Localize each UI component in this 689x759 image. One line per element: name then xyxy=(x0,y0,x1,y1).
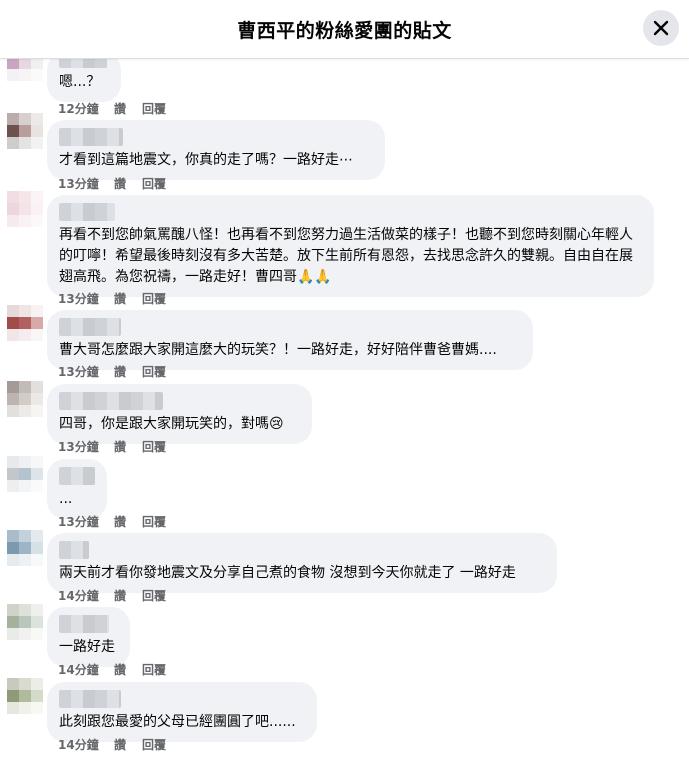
comment-author[interactable] xyxy=(59,467,95,485)
like-button[interactable]: 讚 xyxy=(114,290,142,306)
comment-bubble: 此刻跟您最愛的父母已經團圓了吧...... xyxy=(47,682,317,742)
comment-bubble: 曹大哥怎麼跟大家開這麼大的玩笑？！一路好走，好好陪伴曹爸曹媽.... xyxy=(47,310,533,370)
dialog-header: 曹西平的粉絲愛團的貼文 xyxy=(0,0,689,59)
comment-time[interactable]: 13分鐘 xyxy=(58,175,114,191)
comment-author[interactable] xyxy=(59,541,89,559)
comment-author[interactable] xyxy=(59,203,115,221)
comment-text: 此刻跟您最愛的父母已經團圓了吧...... xyxy=(59,714,296,730)
comment-bubble: 兩天前才看你發地震文及分享自己煮的食物 沒想到今天你就走了 一路好走 xyxy=(47,533,557,593)
comment-time[interactable]: 13分鐘 xyxy=(58,513,114,529)
comment-actions: 13分鐘 讚 回覆 xyxy=(58,438,182,454)
avatar[interactable] xyxy=(7,604,43,640)
comment-text: ... xyxy=(59,491,73,507)
avatar[interactable] xyxy=(7,305,43,341)
reply-button[interactable]: 回覆 xyxy=(142,100,182,116)
like-button[interactable]: 讚 xyxy=(114,661,142,677)
comment-time[interactable]: 14分鐘 xyxy=(58,736,114,752)
avatar[interactable] xyxy=(7,456,43,492)
comment-bubble: ... xyxy=(47,459,107,519)
comment-time[interactable]: 14分鐘 xyxy=(58,661,114,677)
avatar[interactable] xyxy=(7,678,43,714)
comment-author[interactable] xyxy=(59,690,121,708)
comment-time[interactable]: 13分鐘 xyxy=(58,290,114,306)
comment-text: 再看不到您帥氣罵醜八怪！也再看不到您努力過生活做菜的樣子！也聽不到您時刻關心年輕… xyxy=(59,227,633,285)
comment-time[interactable]: 13分鐘 xyxy=(58,438,114,454)
avatar[interactable] xyxy=(7,59,43,81)
reply-button[interactable]: 回覆 xyxy=(142,363,182,379)
reply-button[interactable]: 回覆 xyxy=(142,661,182,677)
like-button[interactable]: 讚 xyxy=(114,513,142,529)
like-button[interactable]: 讚 xyxy=(114,363,142,379)
comment-text: 一路好走 xyxy=(59,639,115,655)
comment-actions: 13分鐘 讚 回覆 xyxy=(58,363,182,379)
comment-author[interactable] xyxy=(59,128,123,146)
like-button[interactable]: 讚 xyxy=(114,736,142,752)
like-button[interactable]: 讚 xyxy=(114,100,142,116)
comment-bubble: 才看到這篇地震文，你真的走了嗎？一路好走⋯ xyxy=(47,120,385,180)
comment-author[interactable] xyxy=(59,59,107,68)
comment-text: 曹大哥怎麼跟大家開這麼大的玩笑？！一路好走，好好陪伴曹爸曹媽.... xyxy=(59,342,497,358)
comment-actions: 14分鐘 讚 回覆 xyxy=(58,661,182,677)
comment-author[interactable] xyxy=(59,615,109,633)
comments-list[interactable]: 嗯...？ 12分鐘 讚 回覆 才看到這篇地震文，你真的走了嗎？一路好走⋯ 13… xyxy=(0,59,689,759)
comment-text: 四哥，你是跟大家開玩笑的，對嗎😢 xyxy=(59,416,284,432)
reply-button[interactable]: 回覆 xyxy=(142,175,182,191)
comment-actions: 13分鐘 讚 回覆 xyxy=(58,175,182,191)
close-icon xyxy=(653,20,669,36)
avatar[interactable] xyxy=(7,191,43,227)
reply-button[interactable]: 回覆 xyxy=(142,587,182,603)
comment-time[interactable]: 12分鐘 xyxy=(58,100,114,116)
comment-bubble: 一路好走 xyxy=(47,607,130,667)
close-button[interactable] xyxy=(643,10,679,46)
reply-button[interactable]: 回覆 xyxy=(142,290,182,306)
comment-actions: 13分鐘 讚 回覆 xyxy=(58,290,182,306)
comment-actions: 14分鐘 讚 回覆 xyxy=(58,736,182,752)
like-button[interactable]: 讚 xyxy=(114,175,142,191)
reply-button[interactable]: 回覆 xyxy=(142,438,182,454)
avatar[interactable] xyxy=(7,381,43,417)
comment-actions: 12分鐘 讚 回覆 xyxy=(58,100,182,116)
reply-button[interactable]: 回覆 xyxy=(142,736,182,752)
comment-actions: 13分鐘 讚 回覆 xyxy=(58,513,182,529)
comment-time[interactable]: 13分鐘 xyxy=(58,363,114,379)
like-button[interactable]: 讚 xyxy=(114,587,142,603)
comment-author[interactable] xyxy=(59,392,163,410)
comment-bubble: 再看不到您帥氣罵醜八怪！也再看不到您努力過生活做菜的樣子！也聽不到您時刻關心年輕… xyxy=(47,195,654,297)
page-title: 曹西平的粉絲愛團的貼文 xyxy=(237,20,452,42)
comment-time[interactable]: 14分鐘 xyxy=(58,587,114,603)
avatar[interactable] xyxy=(7,113,43,149)
comment-author[interactable] xyxy=(59,318,121,336)
comment-bubble: 四哥，你是跟大家開玩笑的，對嗎😢 xyxy=(47,384,312,444)
comment-text: 兩天前才看你發地震文及分享自己煮的食物 沒想到今天你就走了 一路好走 xyxy=(59,565,516,581)
comment-text: 才看到這篇地震文，你真的走了嗎？一路好走⋯ xyxy=(59,152,353,168)
comment-text: 嗯...？ xyxy=(59,74,101,90)
comment-bubble: 嗯...？ xyxy=(47,59,121,102)
reply-button[interactable]: 回覆 xyxy=(142,513,182,529)
avatar[interactable] xyxy=(7,530,43,566)
comment-actions: 14分鐘 讚 回覆 xyxy=(58,587,182,603)
like-button[interactable]: 讚 xyxy=(114,438,142,454)
